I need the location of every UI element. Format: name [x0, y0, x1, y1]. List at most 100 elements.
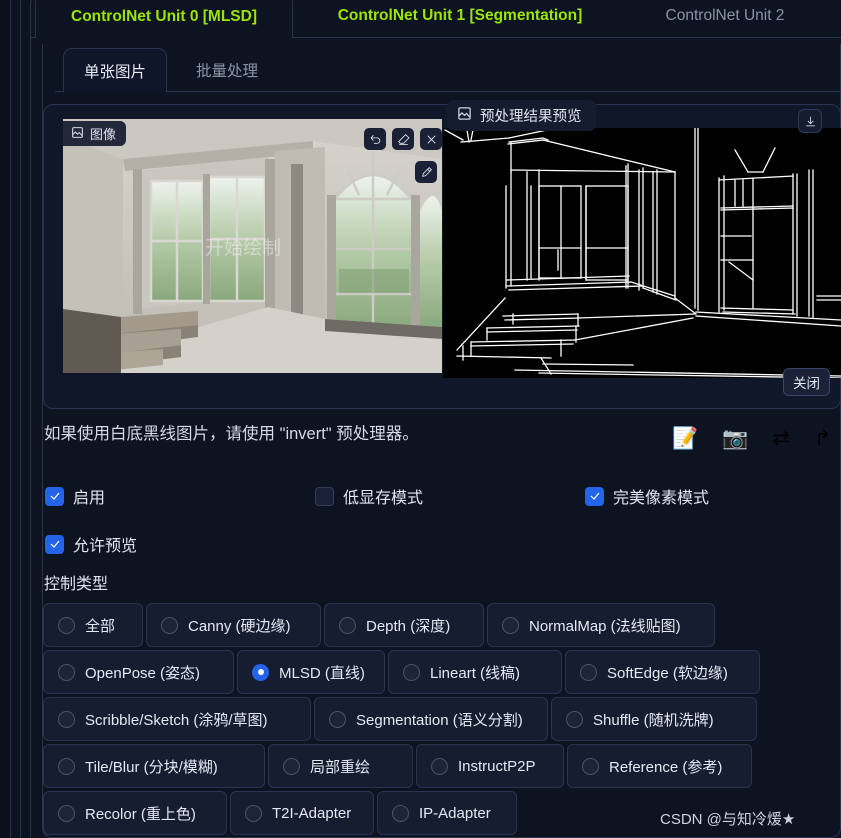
radio-indicator[interactable]: [283, 757, 300, 775]
checkbox-label: 启用: [73, 490, 106, 507]
radio-label: IP-Adapter: [419, 804, 491, 822]
radio-label: 全部: [85, 617, 116, 635]
checkbox-allow-preview[interactable]: 允许预览: [45, 532, 137, 556]
radio-indicator[interactable]: [58, 804, 75, 822]
radio-option-openpose[interactable]: OpenPose (姿态): [43, 650, 234, 694]
radio-option-instructp2p[interactable]: InstructP2P: [416, 744, 564, 788]
radio-indicator[interactable]: [582, 757, 599, 775]
radio-option-t2i-adapter[interactable]: T2I-Adapter: [230, 791, 374, 835]
send-up-icon[interactable]: ↱: [814, 428, 832, 449]
preview-badge: 预处理结果预览: [447, 100, 596, 131]
controlnet-panel: ControlNet Unit 0 [MLSD] ControlNet Unit…: [0, 0, 841, 838]
eraser-icon[interactable]: [392, 128, 414, 150]
check-icon: [50, 492, 59, 500]
radio-label: OpenPose (姿态): [85, 664, 201, 682]
preview-badge-label: 预处理结果预览: [480, 109, 582, 125]
radio-option-depth[interactable]: Depth (深度): [324, 603, 484, 647]
radio-label: Depth (深度): [366, 617, 451, 635]
radio-indicator[interactable]: [566, 710, 583, 728]
radio-option-lineart[interactable]: Lineart (线稿): [388, 650, 562, 694]
radio-indicator[interactable]: [403, 663, 420, 681]
check-icon: [590, 492, 599, 500]
tab-label: ControlNet Unit 0 [MLSD]: [71, 7, 257, 25]
radio-label: 局部重绘: [310, 758, 371, 776]
radio-indicator[interactable]: [58, 663, 75, 681]
checkbox-box[interactable]: [45, 486, 64, 506]
tab-label: ControlNet Unit 2: [665, 7, 785, 24]
source-image[interactable]: [63, 119, 442, 373]
radio-label: Reference (参考): [609, 758, 723, 776]
radio-option-reference[interactable]: Reference (参考): [567, 744, 752, 788]
radio-option-segmentation[interactable]: Segmentation (语义分割): [314, 697, 548, 741]
download-icon[interactable]: [798, 109, 822, 133]
radio-option-softedge[interactable]: SoftEdge (软边缘): [565, 650, 760, 694]
radio-indicator[interactable]: [58, 757, 75, 775]
radio-option-normalmap[interactable]: NormalMap (法线贴图): [487, 603, 715, 647]
radio-option-recolor[interactable]: Recolor (重上色): [43, 791, 227, 835]
radio-label: Shuffle (随机洗牌): [593, 711, 714, 729]
radio-option-mlsd[interactable]: MLSD (直线): [237, 650, 385, 694]
radio-indicator[interactable]: [431, 757, 448, 775]
checkbox-label: 完美像素模式: [613, 490, 710, 507]
brush-icon[interactable]: [415, 161, 437, 183]
radio-label: Canny (硬边缘): [188, 617, 291, 635]
control-type-label: 控制类型: [44, 576, 109, 593]
radio-option-ip-adapter[interactable]: IP-Adapter: [377, 791, 517, 835]
radio-indicator[interactable]: [339, 616, 356, 634]
swap-icon[interactable]: ⇄: [772, 428, 790, 449]
radio-indicator[interactable]: [245, 804, 262, 822]
radio-label: MLSD (直线): [279, 664, 365, 682]
check-icon: [50, 540, 59, 548]
checkbox-label: 低显存模式: [343, 490, 424, 507]
radio-indicator[interactable]: [161, 616, 178, 634]
invert-hint-text: 如果使用白底黑线图片，请使用 "invert" 预处理器。: [44, 425, 419, 443]
radio-option-canny[interactable]: Canny (硬边缘): [146, 603, 321, 647]
radio-label: Recolor (重上色): [85, 805, 196, 823]
image-icon: [457, 106, 472, 125]
preview-close-button[interactable]: 关闭: [783, 368, 830, 396]
radio-label: InstructP2P: [458, 757, 536, 775]
checkbox-enable[interactable]: 启用: [45, 484, 105, 508]
subtab-label: 批量处理: [195, 63, 258, 80]
radio-option-shuffle[interactable]: Shuffle (随机洗牌): [551, 697, 757, 741]
camera-icon[interactable]: 📷: [722, 428, 748, 449]
control-type-row: Scribble/Sketch (涂鸦/草图) Segmentation (语义…: [43, 697, 773, 741]
radio-label: Lineart (线稿): [430, 664, 521, 682]
radio-option-inpaint[interactable]: 局部重绘: [268, 744, 413, 788]
radio-indicator[interactable]: [502, 616, 519, 634]
tab-controlnet-unit-2[interactable]: ControlNet Unit 2: [625, 0, 825, 38]
radio-indicator[interactable]: [252, 663, 269, 681]
tab-batch-process[interactable]: 批量处理: [175, 48, 279, 92]
radio-indicator[interactable]: [580, 663, 597, 681]
radio-label: Scribble/Sketch (涂鸦/草图): [85, 711, 268, 729]
tab-controlnet-unit-1[interactable]: ControlNet Unit 1 [Segmentation]: [300, 0, 620, 38]
checkbox-low-vram[interactable]: 低显存模式: [315, 484, 423, 508]
radio-label: Segmentation (语义分割): [356, 711, 523, 729]
radio-option-tile-blur[interactable]: Tile/Blur (分块/模糊): [43, 744, 265, 788]
tab-controlnet-unit-0[interactable]: ControlNet Unit 0 [MLSD]: [35, 0, 293, 38]
control-type-row: 全部 Canny (硬边缘) Depth (深度) NormalMap (法线贴…: [43, 603, 773, 647]
radio-label: SoftEdge (软边缘): [607, 664, 728, 682]
checkbox-box[interactable]: [585, 486, 604, 506]
radio-indicator[interactable]: [329, 710, 346, 728]
radio-option-scribble-sketch[interactable]: Scribble/Sketch (涂鸦/草图): [43, 697, 311, 741]
undo-icon[interactable]: [364, 128, 386, 150]
radio-option-all[interactable]: 全部: [43, 603, 143, 647]
checkbox-box[interactable]: [315, 486, 334, 506]
preprocessor-action-icons: 📝 📷 ⇄ ↱: [672, 428, 832, 449]
radio-label: Tile/Blur (分块/模糊): [85, 758, 218, 776]
radio-indicator[interactable]: [392, 804, 409, 822]
edit-document-icon[interactable]: 📝: [672, 428, 698, 449]
radio-indicator[interactable]: [58, 710, 75, 728]
tab-single-image[interactable]: 单张图片: [63, 48, 167, 92]
checkbox-box[interactable]: [45, 534, 64, 554]
controlnet-unit-tabs: ControlNet Unit 0 [MLSD] ControlNet Unit…: [30, 0, 841, 38]
preprocessor-preview-image[interactable]: [443, 128, 841, 378]
close-icon[interactable]: [420, 128, 442, 150]
control-type-row: OpenPose (姿态) MLSD (直线) Lineart (线稿) Sof…: [43, 650, 773, 694]
source-image-badge-label: 图像: [90, 127, 117, 142]
watermark-text: CSDN @与知冷煖★: [660, 811, 796, 828]
tab-label: ControlNet Unit 1 [Segmentation]: [337, 7, 583, 24]
checkbox-pixel-perfect[interactable]: 完美像素模式: [585, 484, 709, 508]
radio-indicator[interactable]: [58, 616, 75, 634]
